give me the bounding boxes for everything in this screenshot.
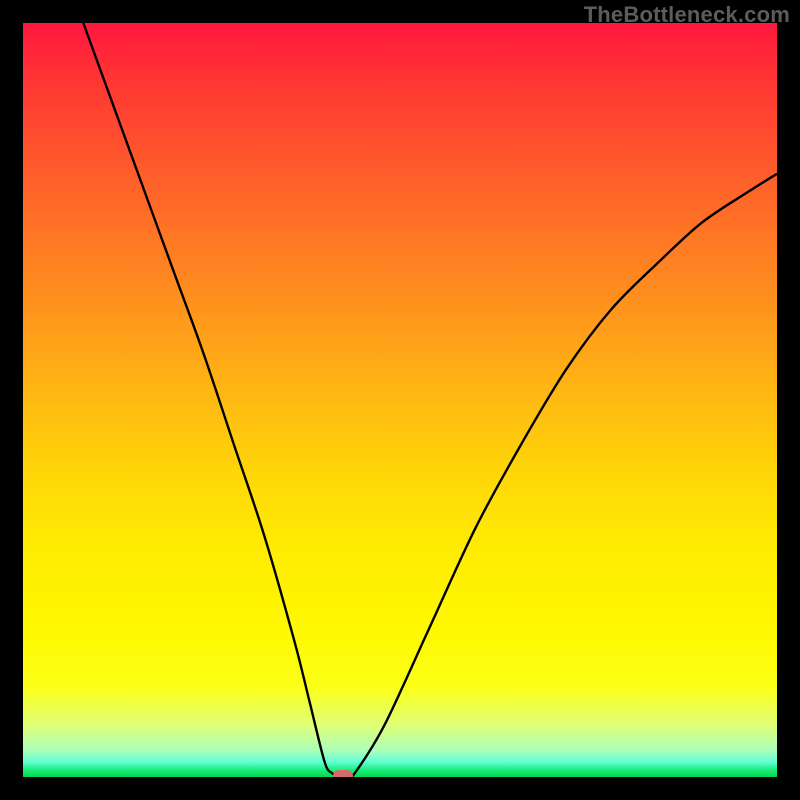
chart-frame: TheBottleneck.com <box>0 0 800 800</box>
plot-area <box>23 23 777 777</box>
curve-path <box>83 23 777 777</box>
watermark-text: TheBottleneck.com <box>584 2 790 28</box>
bottleneck-curve <box>23 23 777 777</box>
optimum-marker <box>333 770 353 777</box>
